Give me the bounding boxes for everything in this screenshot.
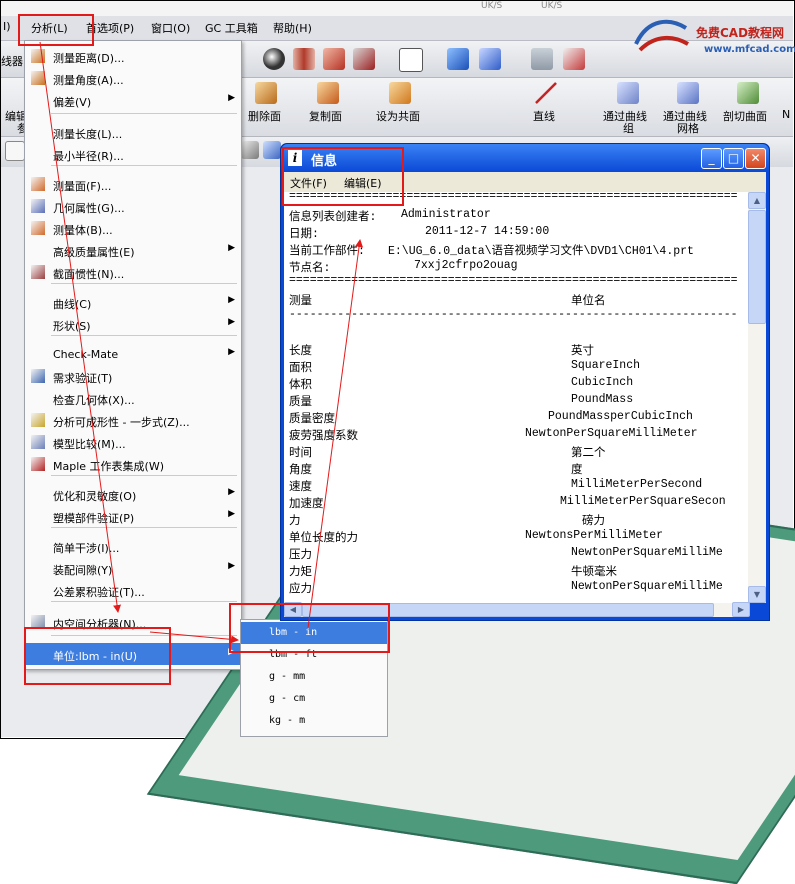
arrow-analysis-to-units [39,41,122,613]
annotation-arrows [39,41,364,644]
arrow-submenu-to-info [307,239,364,629]
arrow-units-to-submenu [149,631,239,644]
